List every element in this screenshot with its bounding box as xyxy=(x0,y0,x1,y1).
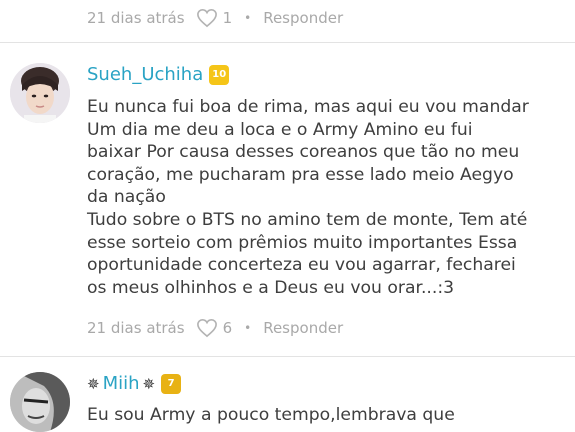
level-badge: 7 xyxy=(161,373,182,394)
comment-meta-row: 21 dias atrás 1 • Responder xyxy=(87,6,343,30)
avatar[interactable] xyxy=(10,63,70,123)
heart-icon[interactable] xyxy=(196,8,218,28)
comment-header: Sueh_Uchiha 10 xyxy=(87,64,230,85)
reply-button[interactable]: Responder xyxy=(263,319,343,337)
comment-text: Eu nunca fui boa de rima, mas aqui eu vo… xyxy=(87,97,529,298)
avatar[interactable] xyxy=(10,372,70,432)
separator-dot: • xyxy=(244,321,252,335)
comment-header: ✵ Miih ✵ 7 xyxy=(87,373,182,394)
comment-timestamp: 21 dias atrás xyxy=(87,319,185,337)
comment-meta-row: 21 dias atrás 6 • Responder xyxy=(87,316,343,340)
heart-icon[interactable] xyxy=(196,318,218,338)
username[interactable]: Sueh_Uchiha xyxy=(87,64,203,85)
reply-button[interactable]: Responder xyxy=(263,9,343,27)
level-badge: 10 xyxy=(209,64,230,85)
avatar-image xyxy=(10,372,70,432)
username[interactable]: Miih xyxy=(103,373,140,394)
comment-text: Eu sou Army a pouco tempo,lembrava que xyxy=(87,405,455,425)
comment-timestamp: 21 dias atrás xyxy=(87,9,185,27)
separator-dot: • xyxy=(244,11,252,25)
like-count: 6 xyxy=(222,319,233,337)
avatar-image xyxy=(10,63,70,123)
comment-divider xyxy=(0,356,575,357)
comment-divider xyxy=(0,42,575,43)
like-count: 1 xyxy=(222,9,233,27)
sparkle-icon: ✵ xyxy=(87,374,100,393)
sparkle-icon: ✵ xyxy=(142,374,156,393)
